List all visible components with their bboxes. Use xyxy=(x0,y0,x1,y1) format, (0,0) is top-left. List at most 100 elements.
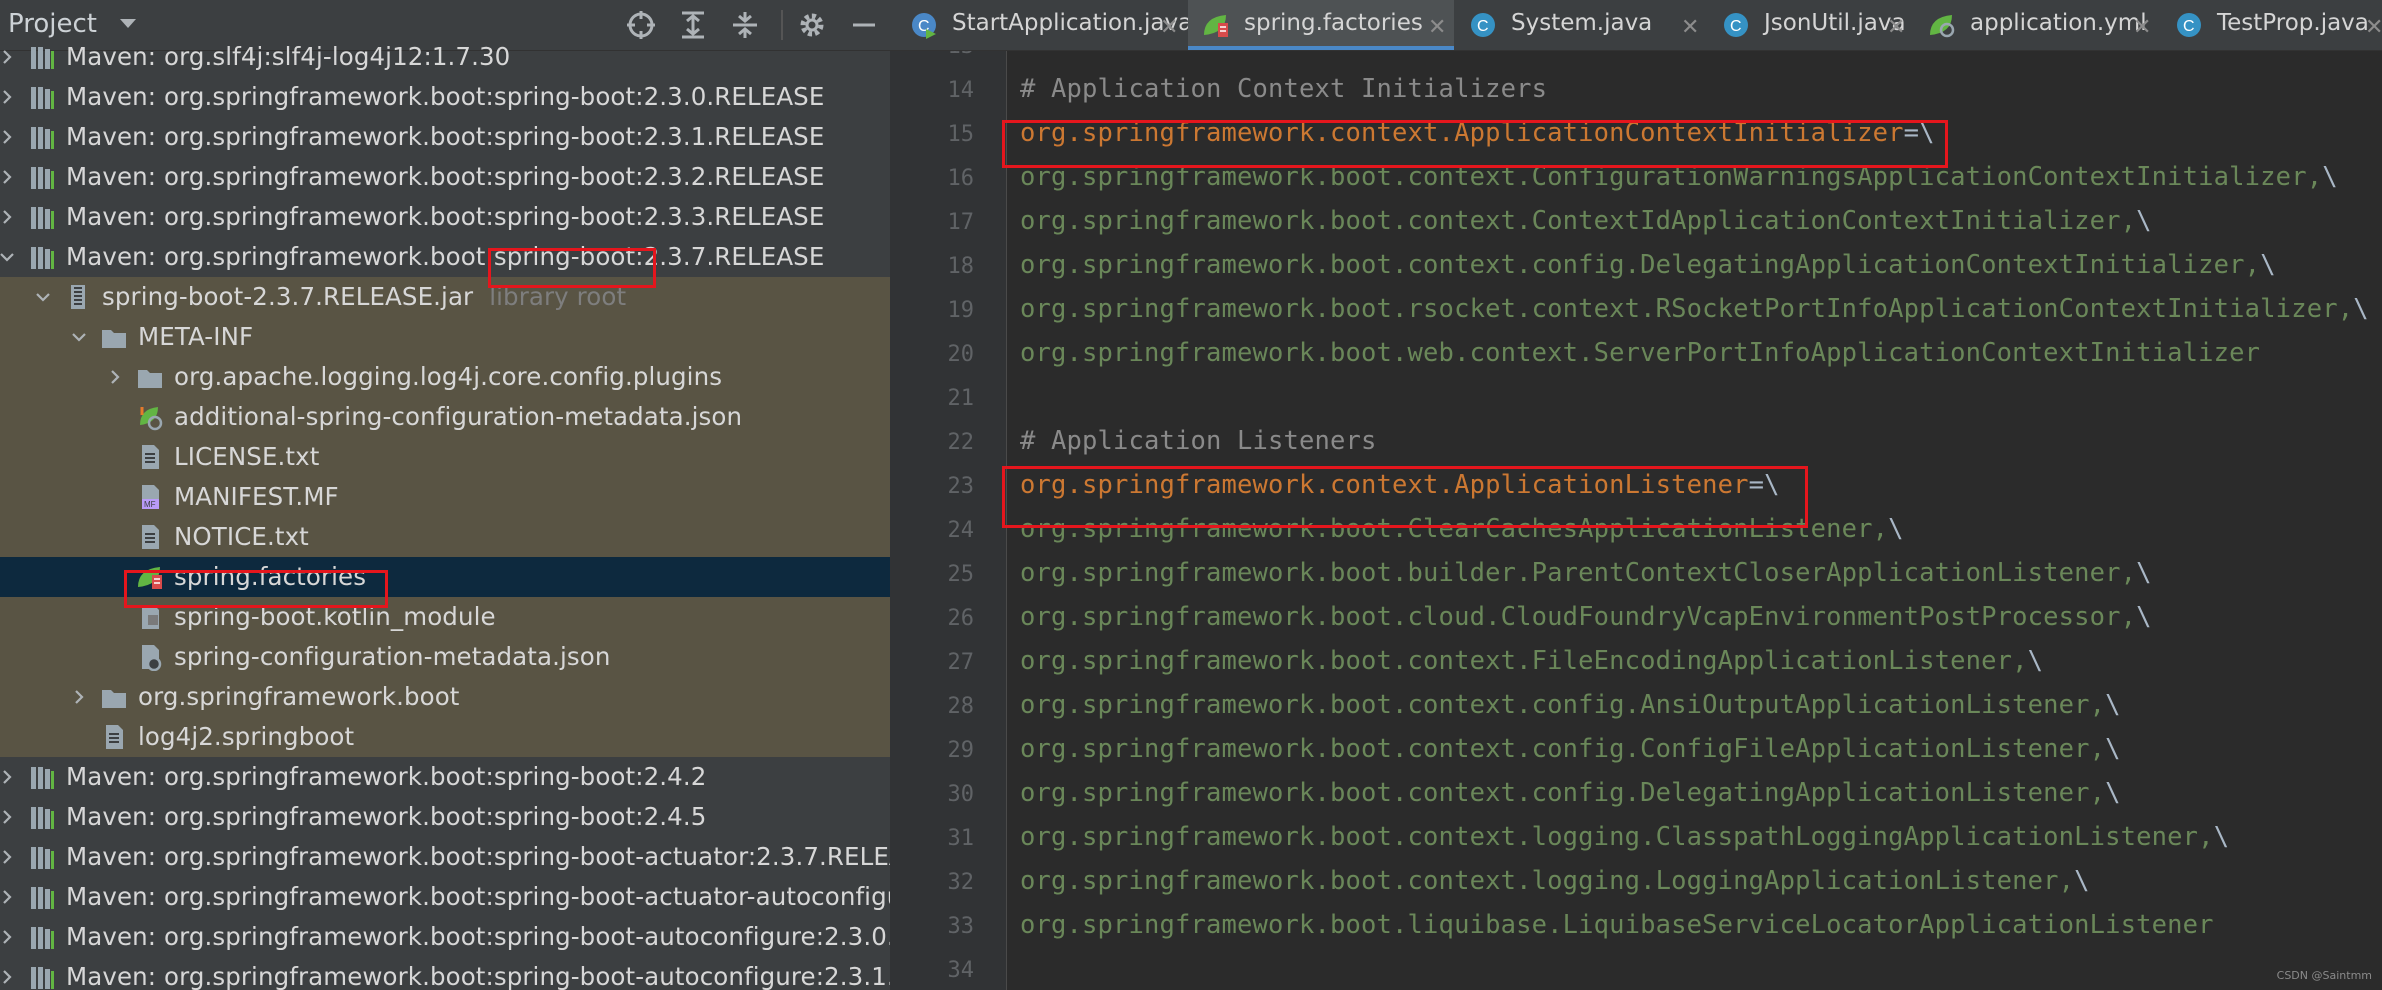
tree-item[interactable]: Maven: org.springframework.boot:spring-b… xyxy=(0,197,890,237)
tree-item-label: Maven: org.springframework.boot:spring-b… xyxy=(66,842,890,871)
editor-tab[interactable]: C StartApplication.java ✕ xyxy=(896,0,1192,50)
code-line[interactable]: org.springframework.boot.context.config.… xyxy=(1020,690,2121,720)
chevron-right-icon[interactable] xyxy=(70,688,88,706)
project-title[interactable]: Project xyxy=(8,9,97,39)
chevron-right-icon[interactable] xyxy=(0,888,16,906)
chevron-right-icon[interactable] xyxy=(0,88,16,106)
chevron-right-icon[interactable] xyxy=(0,768,16,786)
code-line[interactable]: org.springframework.context.ApplicationL… xyxy=(1020,470,1780,500)
tree-item[interactable]: log4j2.springboot xyxy=(0,717,890,757)
code-line[interactable]: org.springframework.boot.context.Context… xyxy=(1020,206,2152,236)
tree-item[interactable]: additional-spring-configuration-metadata… xyxy=(0,397,890,437)
tree-item[interactable]: Maven: org.springframework.boot:spring-b… xyxy=(0,757,890,797)
tree-item[interactable]: Maven: org.springframework.boot:spring-b… xyxy=(0,117,890,157)
chevron-right-icon[interactable] xyxy=(0,928,16,946)
code-line[interactable]: org.springframework.boot.context.config.… xyxy=(1020,778,2121,808)
tree-item[interactable]: Maven: org.springframework.boot:spring-b… xyxy=(0,797,890,837)
code-line[interactable]: org.springframework.boot.cloud.CloudFoun… xyxy=(1020,602,2152,632)
tree-item[interactable]: Maven: org.springframework.boot:spring-b… xyxy=(0,157,890,197)
tree-item-text: spring.factories xyxy=(174,562,367,591)
code-line[interactable]: org.springframework.boot.context.FileEnc… xyxy=(1020,646,2043,676)
svg-text:C: C xyxy=(1730,18,1742,35)
code-line[interactable]: org.springframework.boot.ClearCachesAppl… xyxy=(1020,514,1904,544)
tree-item-text: additional-spring-configuration-metadata… xyxy=(174,402,743,431)
tree-item[interactable]: META-INF xyxy=(0,317,890,357)
close-icon[interactable]: ✕ xyxy=(1428,15,1446,40)
tree-item[interactable]: spring-configuration-metadata.json xyxy=(0,637,890,677)
editor-tab-bar: C StartApplication.java ✕ spring.factories ✕… xyxy=(890,0,2382,51)
library-icon xyxy=(31,767,54,789)
code-token-sep: \ xyxy=(2213,822,2230,852)
tree-item[interactable]: org.apache.logging.log4j.core.config.plu… xyxy=(0,357,890,397)
tree-item-text: Maven: org.springframework.boot:spring-b… xyxy=(66,922,890,951)
close-icon[interactable]: ✕ xyxy=(1887,15,1905,40)
tree-item-text: Maven: org.springframework.boot:spring-b… xyxy=(66,762,707,791)
tree-item[interactable]: MF MANIFEST.MF xyxy=(0,477,890,517)
library-icon xyxy=(31,927,54,949)
chevron-right-icon[interactable] xyxy=(0,168,16,186)
code-line[interactable]: org.springframework.boot.builder.ParentC… xyxy=(1020,558,2152,588)
code-line[interactable]: org.springframework.boot.context.config.… xyxy=(1020,250,2276,280)
tree-item[interactable]: spring-boot-2.3.7.RELEASE.jar library roo… xyxy=(0,277,890,317)
code-token-sep: \ xyxy=(2105,734,2121,764)
spring-yml-icon xyxy=(1930,15,1955,38)
code-editor[interactable]: 13 14 15 16 17 18 19 20 21 22 23 24 25 26 27 28 29 30 31 32… xyxy=(890,51,2382,990)
svg-text:C: C xyxy=(1477,18,1489,35)
close-icon[interactable]: ✕ xyxy=(1681,15,1699,40)
file-icon xyxy=(142,605,159,629)
close-icon[interactable]: ✕ xyxy=(2133,15,2151,40)
code-line[interactable]: org.springframework.boot.context.config.… xyxy=(1020,734,2121,764)
chevron-right-icon[interactable] xyxy=(0,808,16,826)
tree-item[interactable]: org.springframework.boot xyxy=(0,677,890,717)
tree-item-text: spring-boot.kotlin_module xyxy=(174,602,496,631)
editor-tab[interactable]: C System.java ✕ xyxy=(1455,0,1707,50)
tree-item-label: Maven: org.springframework.boot:spring-b… xyxy=(66,82,824,111)
chevron-right-icon[interactable] xyxy=(0,208,16,226)
line-number: 31 xyxy=(947,826,975,851)
chevron-down-icon[interactable] xyxy=(118,17,138,31)
tree-item[interactable]: Maven: org.springframework.boot:spring-b… xyxy=(0,237,890,277)
tree-item-label: spring.factories xyxy=(174,562,366,591)
chevron-right-icon[interactable] xyxy=(0,848,16,866)
tree-item[interactable]: NOTICE.txt xyxy=(0,517,890,557)
tree-item-label: NOTICE.txt xyxy=(174,522,309,551)
tree-item[interactable]: Maven: org.springframework.boot:spring-b… xyxy=(0,837,890,877)
code-line[interactable]: org.springframework.context.ApplicationC… xyxy=(1020,118,1935,148)
tree-item[interactable]: Maven: org.springframework.boot:spring-b… xyxy=(0,877,890,917)
tree-item[interactable]: Maven: org.springframework.boot:spring-b… xyxy=(0,917,890,957)
editor-tab[interactable]: C JsonUtil.java ✕ xyxy=(1708,0,1913,50)
editor-tab[interactable]: C TestProp.java ✕ xyxy=(2161,0,2382,50)
code-line[interactable]: org.springframework.boot.context.logging… xyxy=(1020,866,2090,896)
tree-item-text: LICENSE.txt xyxy=(174,442,320,471)
editor-tab[interactable]: spring.factories ✕ xyxy=(1188,0,1454,50)
code-line[interactable]: # Application Context Initializers xyxy=(1020,74,1547,104)
code-line[interactable]: org.springframework.boot.web.context.Ser… xyxy=(1020,338,2260,368)
editor-tab[interactable]: application.yml ✕ xyxy=(1914,0,2159,50)
tree-item-selected[interactable]: spring.factories xyxy=(0,557,890,597)
code-line[interactable]: # Application Listeners xyxy=(1020,426,1377,456)
chevron-right-icon[interactable] xyxy=(0,48,16,66)
chevron-down-icon[interactable] xyxy=(34,288,52,306)
chevron-right-icon[interactable] xyxy=(106,368,124,386)
folder-icon xyxy=(102,690,126,708)
code-token-val: org.springframework.boot.context.config.… xyxy=(1020,250,2261,280)
tree-item[interactable]: Maven: org.springframework.boot:spring-b… xyxy=(0,957,890,990)
tree-item[interactable]: spring-boot.kotlin_module xyxy=(0,597,890,637)
chevron-down-icon[interactable] xyxy=(0,248,16,266)
chevron-right-icon[interactable] xyxy=(0,128,16,146)
code-line[interactable]: org.springframework.boot.rsocket.context… xyxy=(1020,294,2369,324)
code-line[interactable]: org.springframework.boot.context.Configu… xyxy=(1020,162,2338,192)
tree-item-text: org.springframework.boot xyxy=(138,682,460,711)
tree-item[interactable]: Maven: org.slf4j:slf4j-log4j12:1.7.30 xyxy=(0,37,890,77)
chevron-right-icon[interactable] xyxy=(0,968,16,986)
code-token-sep: \ xyxy=(2322,162,2338,192)
tree-item[interactable]: Maven: org.springframework.boot:spring-b… xyxy=(0,77,890,117)
java-class-icon: C xyxy=(2177,13,2201,37)
library-icon xyxy=(31,847,54,869)
tree-item[interactable]: LICENSE.txt xyxy=(0,437,890,477)
code-line[interactable]: org.springframework.boot.liquibase.Liqui… xyxy=(1020,910,2214,940)
close-icon[interactable]: ✕ xyxy=(1160,15,1178,40)
close-icon[interactable]: ✕ xyxy=(2365,15,2382,40)
code-line[interactable]: org.springframework.boot.context.logging… xyxy=(1020,822,2229,852)
chevron-down-icon[interactable] xyxy=(70,328,88,346)
